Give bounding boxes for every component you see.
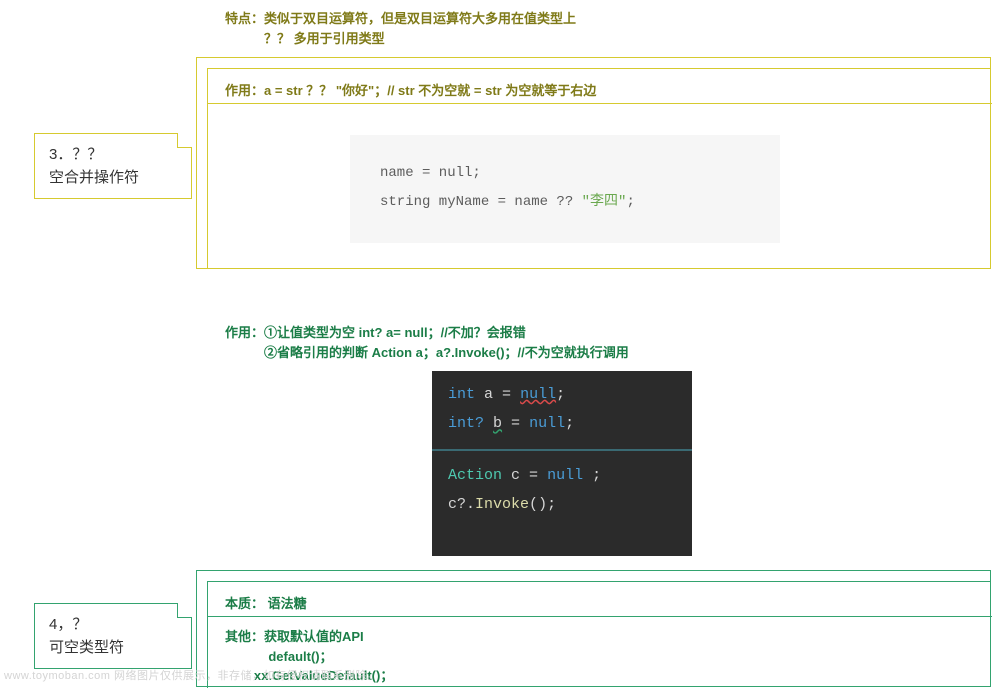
code-row-int-a: int a = null; — [432, 371, 692, 409]
code-line2a: string myName = name ?? — [380, 194, 582, 210]
code-row-intq-b: int? b = null; — [432, 409, 692, 438]
section1-usage: 作用：a = str ？？ "你好"；// str 不为空就 = str 为空就… — [225, 80, 596, 99]
section2-essence: 本质： 语法糖 — [225, 593, 307, 612]
code-line2c: ; — [626, 194, 634, 210]
section2-heading: 作用：①让值类型为空 int? a= null；//不加？会报错 ②省略引用的判… — [225, 323, 629, 362]
section2-divider — [207, 616, 992, 617]
section2-heading-line1: 作用：①让值类型为空 int? a= null；//不加？会报错 — [225, 323, 629, 343]
section1-label-note: 3．？？ 空合并操作符 — [34, 133, 192, 199]
section1-heading-line1: 特点：类似于双目运算符，但是双目运算符大多用在值类型上 — [225, 9, 576, 29]
section1-heading-line2: ？？ 多用于引用类型 — [225, 29, 576, 49]
section2-code-block: int a = null; int? b = null; Action c = … — [432, 371, 692, 556]
code-divider — [432, 449, 692, 451]
section1-label-line1: 3．？？ — [49, 143, 177, 166]
section2-label-line2: 可空类型符 — [49, 636, 177, 659]
section1-divider — [207, 103, 992, 104]
code-row-invoke: c?.Invoke(); — [432, 490, 692, 519]
section2-heading-line2: ②省略引用的判断 Action a；a?.Invoke()；//不为空就执行调用 — [225, 343, 629, 363]
section2-label-note: 4，？ 可空类型符 — [34, 603, 192, 669]
code-string-literal: "李四" — [582, 194, 627, 210]
code-row-action-c: Action c = null ; — [432, 461, 692, 490]
code-line1: name = null; — [380, 165, 481, 181]
section1-heading: 特点：类似于双目运算符，但是双目运算符大多用在值类型上 ？？ 多用于引用类型 — [225, 9, 576, 48]
section1-label-line2: 空合并操作符 — [49, 166, 177, 189]
section1-code-block: name = null; string myName = name ?? "李四… — [350, 135, 780, 243]
section2-label-line1: 4，？ — [49, 613, 177, 636]
watermark-text: www.toymoban.com 网络图片仅供展示，非存储，如有侵权请联系删除。 — [4, 667, 378, 683]
